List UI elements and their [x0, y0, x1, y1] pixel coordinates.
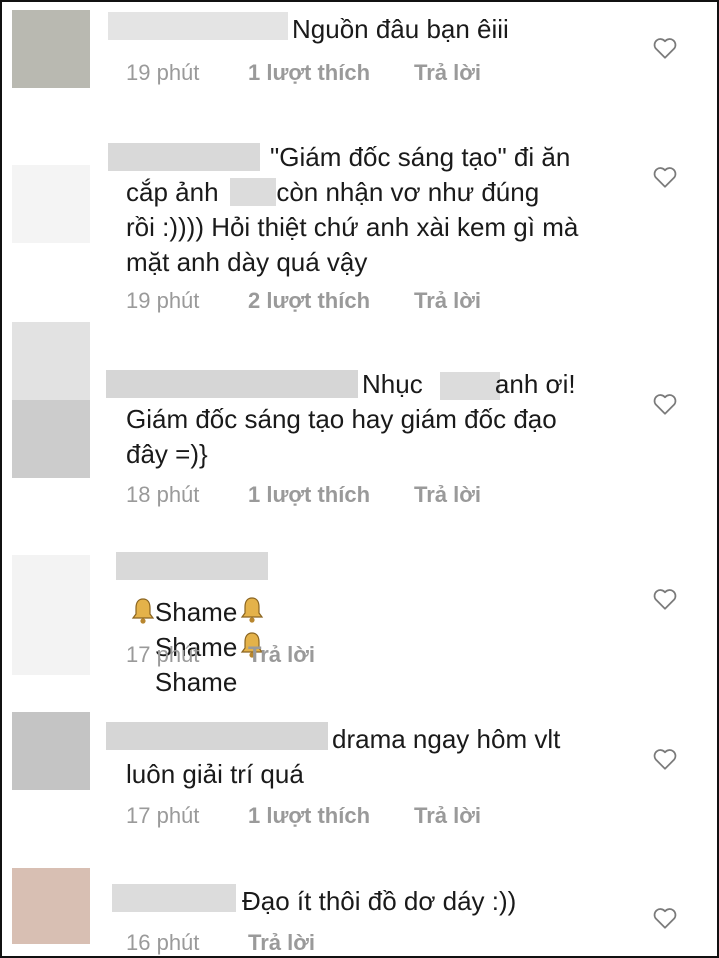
reply-button[interactable]: Trả lời — [248, 930, 315, 956]
comment-time: 17 phút — [126, 642, 200, 667]
avatar[interactable] — [12, 712, 90, 790]
username-redacted[interactable] — [108, 12, 288, 40]
comment-text: Đạo ít thôi đồ dơ dáy :)) — [242, 886, 517, 916]
avatar[interactable] — [12, 555, 90, 675]
like-count[interactable]: 2 lượt thích — [248, 288, 370, 314]
comment-text: "Giám đốc sáng tạo" đi ăn cắp ảnh còn nh… — [126, 142, 579, 277]
comment-time: 16 phút — [126, 930, 200, 955]
avatar[interactable] — [12, 10, 90, 88]
comment-text: drama ngay hôm vlt luôn giải trí quá — [126, 724, 561, 789]
comment-time: 18 phút — [126, 482, 200, 507]
heart-outline-icon[interactable] — [652, 747, 678, 771]
comment-text-part: Shame — [154, 597, 238, 627]
heart-outline-icon[interactable] — [652, 906, 678, 930]
username-redacted[interactable] — [112, 884, 236, 912]
like-count[interactable]: 1 lượt thích — [248, 482, 370, 508]
heart-outline-icon[interactable] — [652, 36, 678, 60]
like-count[interactable]: 1 lượt thích — [248, 60, 370, 86]
heart-outline-icon[interactable] — [652, 165, 678, 189]
reply-button[interactable]: Trả lời — [248, 642, 315, 668]
reply-button[interactable]: Trả lời — [414, 288, 481, 314]
avatar[interactable] — [12, 165, 90, 243]
comment-text: Nhục anh ơi! Giám đốc sáng tạo hay giám … — [126, 369, 576, 469]
bell-icon — [131, 598, 155, 624]
reply-button[interactable]: Trả lời — [414, 803, 481, 829]
comment-text-part: Shame — [154, 667, 238, 697]
comment-text: Shame Shame Shame — [126, 560, 626, 735]
comment-text: Nguồn đâu bạn êiii — [292, 14, 509, 44]
comment-time: 17 phút — [126, 803, 200, 828]
reply-button[interactable]: Trả lời — [414, 482, 481, 508]
bell-icon — [241, 597, 264, 623]
comment-time: 19 phút — [126, 60, 200, 85]
reply-button[interactable]: Trả lời — [414, 60, 481, 86]
avatar[interactable] — [12, 322, 90, 478]
comment-time: 19 phút — [126, 288, 200, 313]
heart-outline-icon[interactable] — [652, 587, 678, 611]
heart-outline-icon[interactable] — [652, 392, 678, 416]
like-count[interactable]: 1 lượt thích — [248, 803, 370, 829]
avatar[interactable] — [12, 868, 90, 944]
